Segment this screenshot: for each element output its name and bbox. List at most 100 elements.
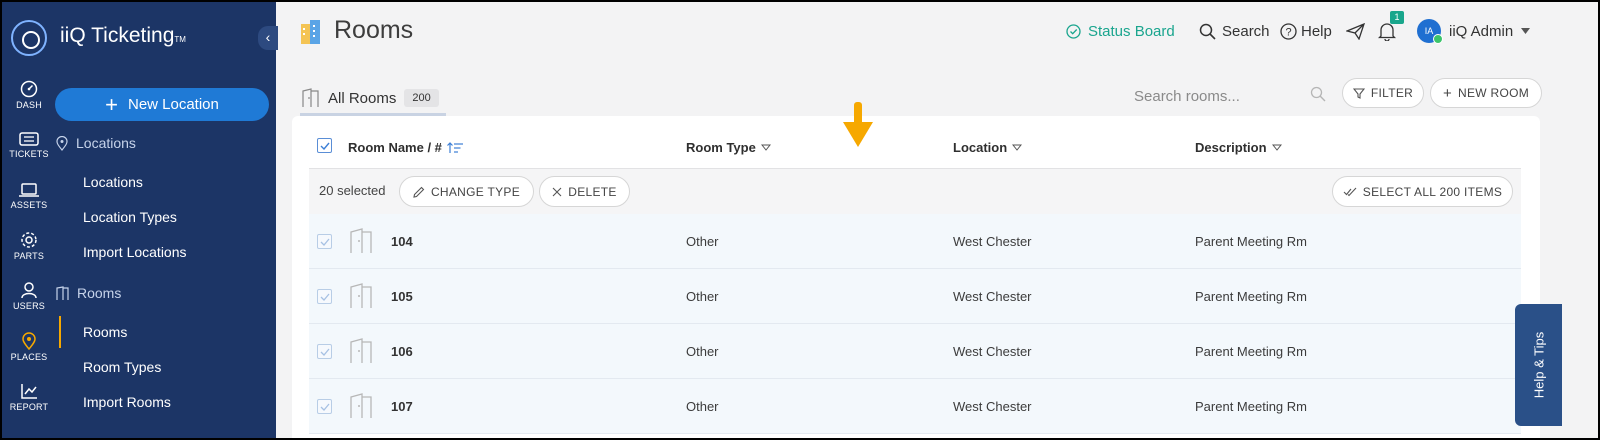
- room-name: 104: [391, 234, 413, 249]
- column-header-location[interactable]: Location: [953, 140, 1023, 155]
- filter-button[interactable]: FILTER: [1342, 78, 1424, 108]
- collapse-sidebar-button[interactable]: ‹: [258, 26, 278, 50]
- row-checkbox[interactable]: [317, 344, 332, 359]
- brand-tm: TM: [174, 35, 186, 44]
- rail-parts[interactable]: PARTS: [2, 231, 56, 261]
- new-location-button[interactable]: + New Location: [55, 88, 269, 121]
- notifications-button[interactable]: 1: [1378, 11, 1404, 42]
- column-header-description[interactable]: Description: [1195, 140, 1282, 155]
- filter-caret-icon: [1271, 144, 1282, 151]
- double-check-icon: [1343, 187, 1357, 197]
- room-description: Parent Meeting Rm: [1195, 234, 1307, 249]
- plus-icon: +: [1442, 84, 1452, 102]
- check-icon: [320, 403, 329, 411]
- main-content: Rooms Status Board Search ? Help 1 IA ii…: [276, 2, 1598, 438]
- building-icon: [301, 20, 320, 44]
- brand-name: iiQ TicketingTM: [60, 24, 186, 48]
- user-name: iiQ Admin: [1449, 22, 1514, 40]
- rail-label: ASSETS: [10, 200, 48, 210]
- search-icon: [1310, 86, 1326, 102]
- table-row[interactable]: 107 Other West Chester Parent Meeting Rm: [309, 379, 1521, 434]
- rail-label: DASH: [16, 100, 42, 110]
- rail-label: REPORT: [9, 402, 49, 412]
- new-location-label: New Location: [127, 96, 219, 113]
- svg-text:?: ?: [1285, 26, 1291, 38]
- column-label: Location: [953, 140, 1008, 155]
- change-type-button[interactable]: CHANGE TYPE: [399, 176, 534, 207]
- user-icon: [21, 282, 37, 299]
- table-row[interactable]: 104 Other West Chester Parent Meeting Rm: [309, 214, 1521, 269]
- status-board-link[interactable]: Status Board: [1066, 20, 1175, 42]
- select-all-checkbox[interactable]: [317, 138, 332, 153]
- rail-places[interactable]: PLACES: [2, 332, 56, 362]
- rail-label: USERS: [12, 301, 45, 311]
- help-tips-label: Help & Tips: [1531, 331, 1546, 399]
- check-icon: [320, 348, 329, 356]
- column-header-room-name[interactable]: Room Name / #: [348, 140, 464, 155]
- bulk-actions-bar: 20 selected CHANGE TYPE DELETE SELECT AL…: [309, 168, 1521, 214]
- map-pin-icon: [22, 332, 36, 350]
- help-label: Help: [1301, 22, 1332, 40]
- sidebar-item-location-types[interactable]: Location Types: [83, 209, 177, 225]
- check-icon: [320, 293, 329, 301]
- door-icon: [350, 338, 372, 363]
- search-link[interactable]: Search: [1199, 20, 1270, 42]
- select-all-items-button[interactable]: SELECT ALL 200 ITEMS: [1332, 176, 1513, 207]
- bell-icon: [1378, 22, 1396, 41]
- row-checkbox[interactable]: [317, 289, 332, 304]
- rail-report[interactable]: REPORT: [2, 382, 56, 412]
- column-header-room-type[interactable]: Room Type: [686, 140, 771, 155]
- section-locations[interactable]: Locations: [56, 135, 136, 151]
- rail-assets[interactable]: ASSETS: [2, 182, 56, 210]
- column-label: Room Name / #: [348, 140, 442, 155]
- delete-button[interactable]: DELETE: [539, 176, 630, 207]
- sidebar-item-rooms[interactable]: Rooms: [58, 316, 127, 348]
- rail-users[interactable]: USERS: [2, 281, 56, 311]
- room-description: Parent Meeting Rm: [1195, 344, 1307, 359]
- rail-label: PLACES: [10, 352, 48, 362]
- sidebar-item-import-rooms[interactable]: Import Rooms: [83, 394, 171, 410]
- room-location: West Chester: [953, 344, 1032, 359]
- row-checkbox[interactable]: [317, 234, 332, 249]
- app-frame: DASH TICKETS ASSETS PARTS USERS PLACES R…: [2, 2, 1598, 438]
- checkbox[interactable]: [317, 138, 332, 153]
- rail-dash[interactable]: DASH: [2, 80, 56, 110]
- room-name: 107: [391, 399, 413, 414]
- filter-caret-icon: [760, 144, 771, 151]
- room-type: Other: [686, 344, 719, 359]
- sidebar-item-room-types[interactable]: Room Types: [83, 359, 161, 375]
- check-icon: [320, 238, 329, 246]
- room-name: 106: [391, 344, 413, 359]
- paper-plane-icon: [1346, 22, 1365, 40]
- door-icon: [302, 88, 319, 107]
- tab-all-rooms[interactable]: All Rooms 200: [302, 80, 445, 116]
- room-description: Parent Meeting Rm: [1195, 289, 1307, 304]
- ticket-icon: [19, 132, 39, 146]
- help-tips-tab[interactable]: Help & Tips: [1515, 304, 1562, 426]
- chevron-left-icon: ‹: [265, 29, 271, 45]
- tab-label: All Rooms: [328, 89, 397, 107]
- door-icon: [350, 283, 372, 308]
- new-room-button[interactable]: + NEW ROOM: [1430, 78, 1542, 108]
- row-checkbox[interactable]: [317, 399, 332, 414]
- filter-icon: [1352, 87, 1365, 99]
- change-type-label: CHANGE TYPE: [430, 184, 521, 199]
- help-link[interactable]: ? Help: [1280, 20, 1332, 42]
- check-icon: [320, 142, 330, 150]
- send-button[interactable]: [1346, 20, 1365, 42]
- rooms-table: Room Name / # Room Type Location Descrip…: [292, 116, 1540, 438]
- table-row[interactable]: 105 Other West Chester Parent Meeting Rm: [309, 269, 1521, 324]
- room-description: Parent Meeting Rm: [1195, 399, 1307, 414]
- new-room-label: NEW ROOM: [1458, 86, 1530, 100]
- gear-icon: [21, 232, 37, 248]
- rail-tickets[interactable]: TICKETS: [2, 131, 56, 159]
- sidebar-item-import-locations[interactable]: Import Locations: [83, 244, 187, 260]
- user-menu[interactable]: IA iiQ Admin: [1417, 19, 1531, 44]
- select-all-label: SELECT ALL 200 ITEMS: [1362, 184, 1503, 199]
- table-row[interactable]: 106 Other West Chester Parent Meeting Rm: [309, 324, 1521, 379]
- room-location: West Chester: [953, 234, 1032, 249]
- section-rooms-label: Rooms: [77, 285, 122, 301]
- chart-icon: [21, 384, 37, 399]
- section-rooms[interactable]: Rooms: [56, 285, 121, 301]
- sidebar-item-locations[interactable]: Locations: [83, 174, 143, 190]
